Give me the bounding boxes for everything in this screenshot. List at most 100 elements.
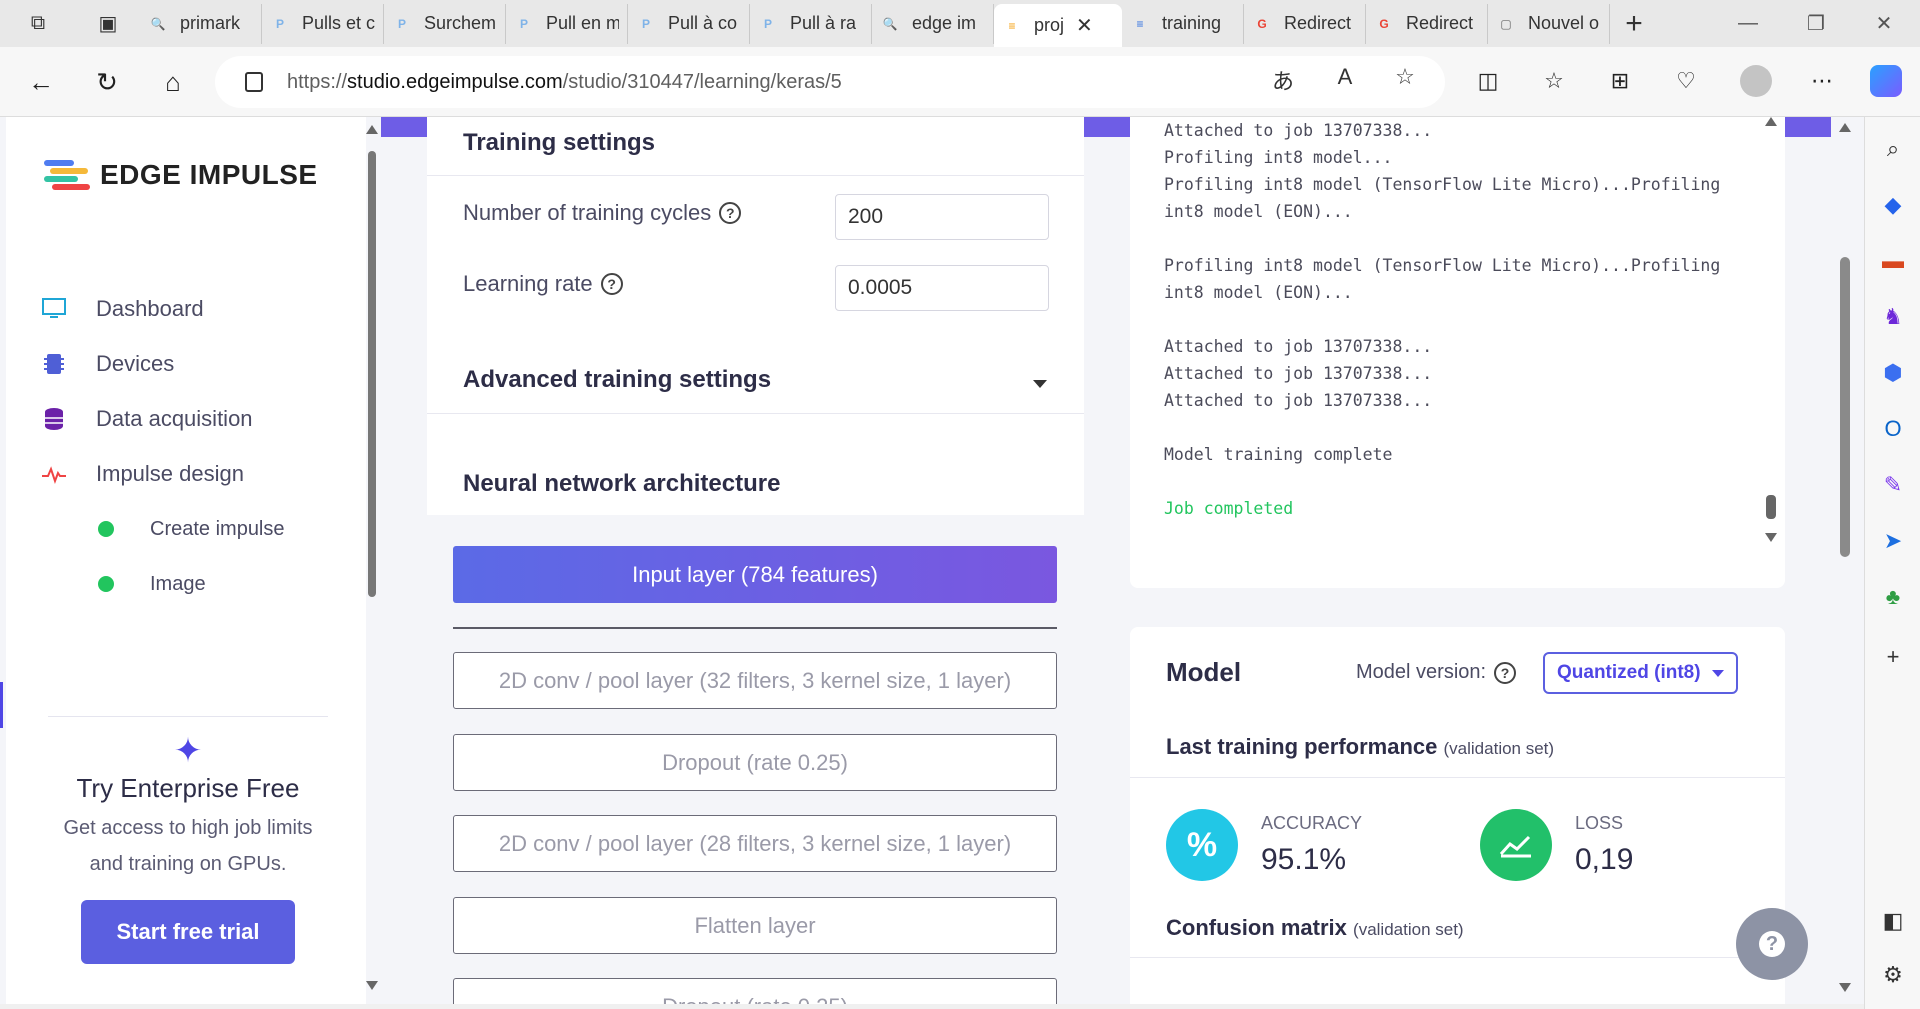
profile-avatar[interactable] [1734, 59, 1778, 103]
advanced-training-settings-toggle[interactable]: Advanced training settings [463, 366, 771, 394]
split-screen-icon[interactable]: ◫ [1466, 59, 1510, 103]
layer-block-dropout2[interactable]: Dropout (rate 0.25) [453, 978, 1057, 1004]
training-cycles-input[interactable]: 200 [835, 194, 1049, 240]
new-tab-button[interactable]: + [1610, 7, 1658, 41]
model-title: Model [1166, 657, 1242, 687]
home-icon[interactable]: ⌂ [150, 59, 196, 105]
add-sidebar-app-icon[interactable]: + [1877, 641, 1909, 673]
browser-tab[interactable]: G Redirect [1244, 3, 1366, 44]
sidebar-item-impulse-design[interactable]: Impulse design [42, 454, 244, 494]
sidebar-item-label: Create impulse [150, 517, 285, 540]
help-chat-button[interactable]: ? [1736, 908, 1808, 980]
browser-tab[interactable]: 🔍 edge im [872, 3, 994, 44]
tab-favicon-icon: P [275, 16, 284, 31]
browser-tab[interactable]: P Pull à ra [750, 3, 872, 44]
chevron-down-icon[interactable] [1033, 380, 1047, 388]
sidebar-scroll-thumb[interactable] [368, 151, 376, 597]
translate-icon[interactable]: あ [1265, 64, 1301, 96]
scroll-down-icon[interactable] [366, 981, 378, 990]
help-icon[interactable]: ? [1494, 661, 1517, 684]
tools-icon[interactable]: ▬ [1877, 245, 1909, 277]
favorite-star-icon[interactable]: ☆ [1387, 64, 1423, 90]
sidebar-scrollbar[interactable] [364, 117, 380, 1004]
percent-icon: % [1166, 809, 1238, 881]
scroll-up-icon[interactable] [1839, 123, 1851, 132]
designer-icon[interactable]: ✎ [1877, 469, 1909, 501]
collections-icon[interactable]: ⊞ [1598, 59, 1642, 103]
tab-actions-icon[interactable]: ▣ [76, 4, 140, 44]
browser-tab[interactable]: P Surchem [384, 3, 506, 44]
divider [453, 627, 1057, 629]
layer-block-dropout1[interactable]: Dropout (rate 0.25) [453, 734, 1057, 791]
browser-tab[interactable]: ▢ Nouvel o [1488, 3, 1610, 44]
page-scrollbar[interactable] [1832, 117, 1856, 1004]
loss-label: LOSS [1575, 813, 1624, 833]
layer-block-conv1[interactable]: 2D conv / pool layer (32 filters, 3 kern… [453, 652, 1057, 709]
accuracy-value: 95.1% [1261, 843, 1347, 876]
log-scroll-thumb[interactable] [1766, 495, 1776, 519]
edge-impulse-logo[interactable]: EDGE IMPULSE [44, 159, 318, 191]
log-scrollbar[interactable] [1762, 117, 1778, 547]
sidebar-item-data-acquisition[interactable]: Data acquisition [42, 399, 253, 439]
shopping-tag-icon[interactable]: ◆ [1877, 189, 1909, 221]
outlook-icon[interactable]: O [1877, 413, 1909, 445]
scroll-up-icon[interactable] [366, 125, 378, 134]
minimize-icon[interactable]: — [1716, 0, 1780, 46]
sidebar-item-devices[interactable]: Devices [42, 344, 174, 384]
log-line: Model training complete [1164, 445, 1393, 464]
more-options-icon[interactable]: ⋯ [1800, 59, 1844, 103]
sidebar-item-create-impulse[interactable]: Create impulse [98, 511, 285, 547]
m365-icon[interactable]: ⬢ [1877, 357, 1909, 389]
layer-block-conv2[interactable]: 2D conv / pool layer (28 filters, 3 kern… [453, 815, 1057, 872]
copilot-icon[interactable] [1864, 59, 1908, 103]
browser-tab[interactable]: P Pull à co [628, 3, 750, 44]
input-layer-block[interactable]: Input layer (784 features) [453, 546, 1057, 603]
studio-sidebar: EDGE IMPULSE Dashboard Devices Data acqu… [6, 117, 378, 1004]
address-bar[interactable]: https://studio.edgeimpulse.com/studio/31… [215, 56, 1445, 108]
tab-label: Pull à ra [790, 13, 857, 33]
back-icon[interactable]: ← [18, 59, 64, 105]
tab-favicon-icon: ≡ [1008, 18, 1016, 33]
scroll-up-icon[interactable] [1765, 117, 1777, 126]
read-aloud-icon[interactable]: A [1327, 64, 1363, 90]
help-icon[interactable]: ? [600, 273, 623, 295]
restore-icon[interactable]: ❐ [1784, 0, 1848, 46]
browser-tab[interactable]: P Pull en m [506, 3, 628, 44]
browser-tab[interactable]: P Pulls et c [262, 3, 384, 44]
question-icon: ? [1759, 931, 1785, 957]
model-version-select[interactable]: Quantized (int8) [1543, 652, 1738, 694]
refresh-icon[interactable]: ↻ [84, 59, 130, 105]
pulse-icon [42, 462, 66, 486]
tab-label: Nouvel o [1528, 13, 1600, 33]
workspaces-icon[interactable]: ⧉ [0, 4, 76, 44]
browser-tab[interactable]: ≡ proj ✕ [994, 3, 1122, 48]
close-tab-icon[interactable]: ✕ [1076, 13, 1093, 38]
url-text[interactable]: https://studio.edgeimpulse.com/studio/31… [287, 71, 842, 94]
tree-icon[interactable]: ♣ [1877, 581, 1909, 613]
tab-favicon-icon: ≡ [1136, 16, 1144, 31]
help-icon[interactable]: ? [719, 202, 742, 224]
favorites-icon[interactable]: ☆ [1532, 59, 1576, 103]
scroll-down-icon[interactable] [1839, 983, 1851, 992]
sidebar-item-image[interactable]: Image [98, 566, 206, 602]
start-free-trial-button[interactable]: Start free trial [81, 900, 295, 964]
browser-tab[interactable]: G Redirect [1366, 3, 1488, 44]
games-icon[interactable]: ♞ [1877, 301, 1909, 333]
browser-tab[interactable]: ≡ training [1122, 3, 1244, 44]
search-icon[interactable]: ⌕ [1877, 133, 1909, 165]
browser-tab[interactable]: 🔍 primark [140, 3, 262, 44]
scroll-down-icon[interactable] [1765, 533, 1777, 542]
lock-icon[interactable] [245, 72, 263, 92]
sidebar-item-dashboard[interactable]: Dashboard [42, 289, 204, 329]
settings-gear-icon[interactable]: ⚙ [1877, 959, 1909, 991]
browser-essentials-icon[interactable]: ♡ [1664, 59, 1708, 103]
tab-label: edge im [912, 13, 977, 33]
close-window-icon[interactable]: ✕ [1852, 0, 1916, 46]
model-version-label: Model version:? [1356, 661, 1517, 684]
sidebar-toggle-icon[interactable]: ◧ [1877, 905, 1909, 937]
layer-block-flatten[interactable]: Flatten layer [453, 897, 1057, 954]
page-scroll-thumb[interactable] [1840, 257, 1850, 557]
learning-rate-input[interactable]: 0.0005 [835, 265, 1049, 311]
send-icon[interactable]: ➤ [1877, 525, 1909, 557]
enterprise-promo: ✦ Try Enterprise Free Get access to high… [48, 716, 328, 964]
